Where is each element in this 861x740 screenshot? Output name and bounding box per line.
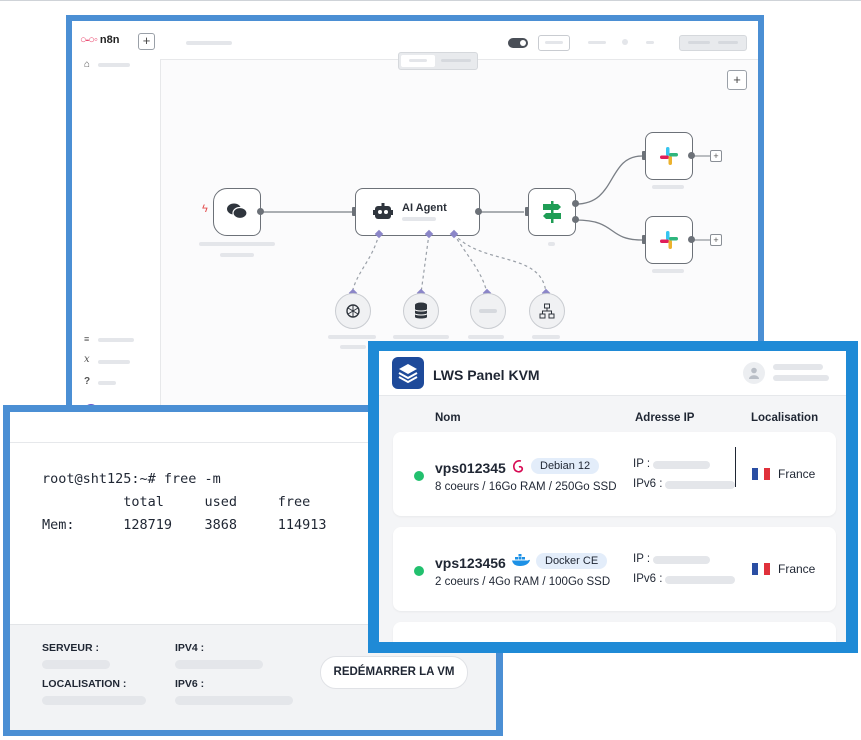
- column-header-location[interactable]: Localisation: [751, 412, 818, 424]
- docker-icon: [512, 554, 530, 566]
- network-icon: [539, 303, 555, 319]
- ipv6-value-placeholder: [665, 481, 735, 489]
- user-avatar[interactable]: [743, 362, 765, 384]
- server-value-placeholder: [42, 660, 110, 669]
- ipv6-value-placeholder: [175, 696, 293, 705]
- server-name[interactable]: vps123456: [435, 555, 506, 571]
- agent-title: AI Agent: [402, 202, 447, 214]
- switch-node[interactable]: [528, 188, 576, 236]
- terminal-mem-line: Mem: 128719 3868 114913: [42, 517, 327, 533]
- status-indicator: [414, 471, 424, 481]
- server-country: France: [778, 467, 816, 481]
- slack-2-label-placeholder: [652, 269, 684, 273]
- user-name-placeholder: [773, 364, 823, 370]
- ipv4-label: IPV4 :: [175, 642, 205, 654]
- ipv4-value-placeholder: [175, 660, 263, 669]
- openai-model-node[interactable]: [335, 293, 371, 329]
- ipv6-label: IPv6 :: [633, 478, 663, 490]
- lws-logo-icon[interactable]: [392, 357, 424, 389]
- os-badge: Debian 12: [531, 458, 600, 474]
- memory-node[interactable]: [403, 293, 439, 329]
- chat-trigger-node[interactable]: [213, 188, 261, 236]
- terminal-output[interactable]: root@sht125:~# free -m total used free Me…: [42, 468, 326, 537]
- ipv6-value-placeholder: [665, 576, 735, 584]
- ipv6-label: IPv6 :: [633, 573, 663, 585]
- model-sublabel-placeholder: [340, 345, 366, 349]
- openai-icon: [346, 304, 360, 318]
- column-header-ip[interactable]: Adresse IP: [635, 412, 694, 424]
- slack-icon: [660, 147, 678, 165]
- memory-label-placeholder: [393, 335, 449, 339]
- debian-icon: [513, 460, 524, 473]
- ip-value-placeholder: [653, 556, 710, 564]
- chat-trigger-icon: [227, 203, 248, 220]
- user-icon: [749, 367, 759, 379]
- column-header-name[interactable]: Nom: [435, 412, 461, 424]
- tool-1-label-placeholder: [468, 335, 504, 339]
- top-divider: [0, 0, 861, 1]
- server-specs: 8 coeurs / 16Go RAM / 250Go SSD: [435, 481, 617, 493]
- server-row[interactable]: [393, 622, 836, 642]
- lws-title: LWS Panel KVM: [433, 367, 540, 383]
- slack-1-add-button[interactable]: +: [710, 150, 722, 162]
- server-specs: 2 coeurs / 4Go RAM / 100Go SSD: [435, 576, 611, 588]
- slack-node-2[interactable]: [645, 216, 693, 264]
- stack-icon: [398, 364, 418, 384]
- tool-node-1[interactable]: [470, 293, 506, 329]
- user-email-placeholder: [773, 375, 829, 381]
- switch-output-port-2[interactable]: [572, 216, 579, 223]
- location-label: LOCALISATION :: [42, 678, 127, 690]
- ip-label: IP :: [633, 458, 651, 470]
- slack-2-output-port[interactable]: [688, 236, 695, 243]
- location-value-placeholder: [42, 696, 146, 705]
- agent-subtitle-placeholder: [402, 217, 436, 221]
- france-flag-icon: [752, 563, 770, 575]
- terminal-prompt-line: root@sht125:~# free -m: [42, 471, 221, 487]
- lws-window: LWS Panel KVM Nom Adresse IP Localisatio…: [379, 351, 846, 642]
- restart-vm-button[interactable]: REDÉMARRER LA VM: [320, 656, 468, 689]
- terminal-header-line: total used free: [42, 494, 311, 510]
- status-indicator: [414, 566, 424, 576]
- server-name[interactable]: vps012345: [435, 460, 506, 476]
- server-row[interactable]: vps123456 Docker CE 2 coeurs / 4Go RAM /…: [393, 527, 836, 611]
- ipv6-label: IPV6 :: [175, 678, 205, 690]
- signpost-icon: [543, 201, 561, 223]
- ip-value-placeholder: [653, 461, 710, 469]
- slack-icon: [660, 231, 678, 249]
- tool-1-icon-placeholder: [479, 309, 497, 313]
- model-label-placeholder: [328, 335, 376, 339]
- server-label: SERVEUR :: [42, 642, 99, 654]
- os-badge: Docker CE: [536, 553, 608, 569]
- slack-2-add-button[interactable]: +: [710, 234, 722, 246]
- ip-label: IP :: [633, 553, 651, 565]
- ai-agent-node[interactable]: AI Agent: [355, 188, 480, 236]
- agent-output-port[interactable]: [475, 208, 482, 215]
- robot-icon: [373, 203, 393, 219]
- trigger-sublabel-placeholder: [220, 253, 254, 257]
- lws-header: LWS Panel KVM: [379, 351, 846, 396]
- slack-1-output-port[interactable]: [688, 152, 695, 159]
- trigger-bolt-icon: ϟ: [202, 203, 208, 215]
- server-country: France: [778, 562, 816, 576]
- slack-1-label-placeholder: [652, 185, 684, 189]
- text-cursor: [735, 447, 736, 487]
- trigger-output-port[interactable]: [257, 208, 264, 215]
- tool-2-label-placeholder: [532, 335, 560, 339]
- tool-node-2[interactable]: [529, 293, 565, 329]
- france-flag-icon: [752, 468, 770, 480]
- switch-output-port-1[interactable]: [572, 200, 579, 207]
- database-icon: [414, 302, 428, 319]
- server-row[interactable]: vps012345 Debian 12 8 coeurs / 16Go RAM …: [393, 432, 836, 516]
- slack-node-1[interactable]: [645, 132, 693, 180]
- switch-label-placeholder: [548, 242, 555, 246]
- trigger-label-placeholder: [199, 242, 275, 246]
